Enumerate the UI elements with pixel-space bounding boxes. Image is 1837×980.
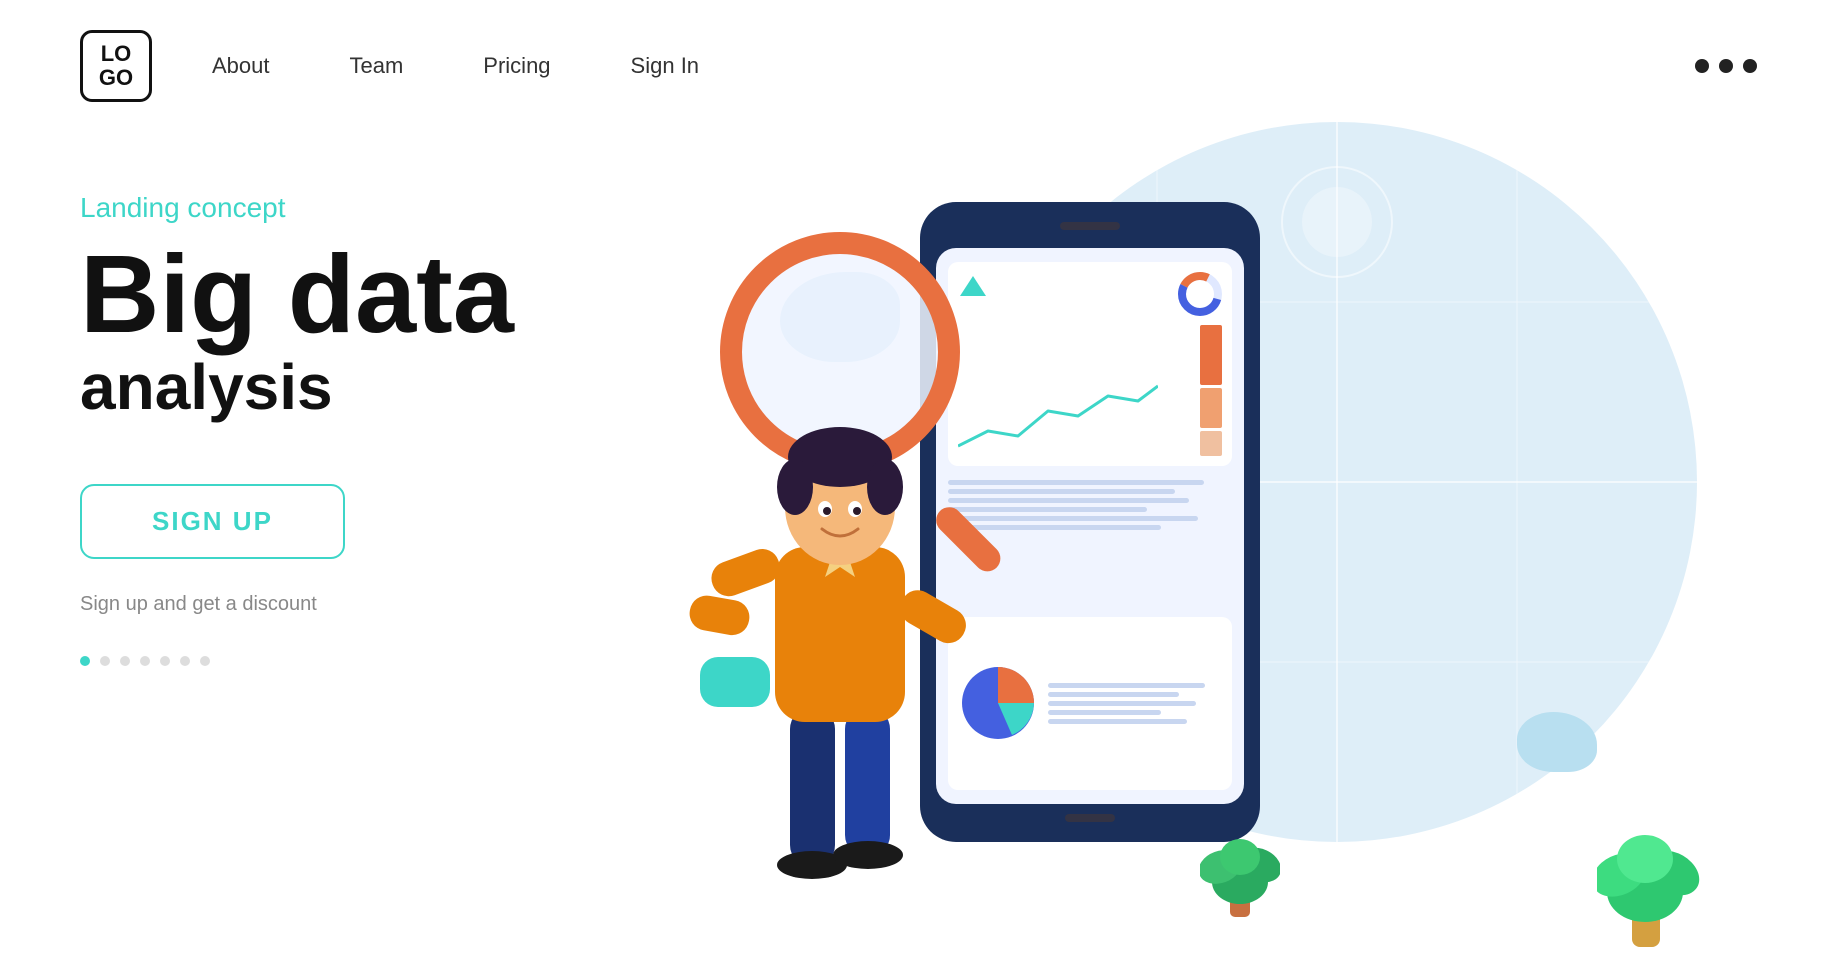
bar-chart (1200, 324, 1222, 456)
person-illustration (680, 347, 1000, 912)
hero-illustration (620, 152, 1757, 972)
hero-section: Landing concept Big data analysis SIGN U… (0, 132, 1837, 972)
more-menu-icon[interactable] (1695, 59, 1757, 73)
page-dot-7[interactable] (200, 656, 210, 666)
dot-2 (1719, 59, 1733, 73)
bar-3 (1200, 431, 1222, 456)
hero-title-sub: analysis (80, 350, 600, 424)
plant-right (1597, 787, 1707, 952)
plant-left (1200, 797, 1280, 922)
plant-left-svg (1200, 797, 1280, 917)
plant-right-svg (1597, 787, 1707, 947)
page-dot-5[interactable] (160, 656, 170, 666)
pie-line-1 (1048, 683, 1205, 688)
pie-line-4 (1048, 710, 1161, 715)
page-dot-2[interactable] (100, 656, 110, 666)
logo[interactable]: LOGO (80, 30, 152, 102)
nav-link-team[interactable]: Team (350, 53, 404, 78)
navigation: LOGO About Team Pricing Sign In (0, 0, 1837, 132)
bar-1 (1200, 325, 1222, 385)
pie-line-5 (1048, 719, 1187, 724)
pagination-dots (80, 656, 600, 666)
phone-notch (1060, 222, 1120, 230)
page-dot-3[interactable] (120, 656, 130, 666)
page-dot-6[interactable] (180, 656, 190, 666)
phone-home-button (1065, 814, 1115, 822)
pie-line-2 (1048, 692, 1179, 697)
logo-text: LOGO (99, 42, 133, 90)
signup-button[interactable]: SIGN UP (80, 484, 345, 559)
page-dot-4[interactable] (140, 656, 150, 666)
bar-2 (1200, 388, 1222, 428)
nav-link-pricing[interactable]: Pricing (483, 53, 550, 78)
nav-link-about[interactable]: About (212, 53, 270, 78)
dot-1 (1695, 59, 1709, 73)
hero-text-block: Landing concept Big data analysis SIGN U… (80, 152, 600, 666)
person-svg (680, 347, 1000, 907)
donut-chart-icon (1176, 270, 1224, 318)
page-dot-1[interactable] (80, 656, 90, 666)
nav-link-signin[interactable]: Sign In (631, 53, 700, 78)
landing-label: Landing concept (80, 192, 600, 224)
signup-description: Sign up and get a discount (80, 593, 600, 616)
hero-title-big: Big data (80, 240, 600, 350)
nav-menu: About Team Pricing Sign In (212, 53, 699, 79)
pie-line-3 (1048, 701, 1196, 706)
pie-text-content (1048, 683, 1222, 724)
dot-3 (1743, 59, 1757, 73)
